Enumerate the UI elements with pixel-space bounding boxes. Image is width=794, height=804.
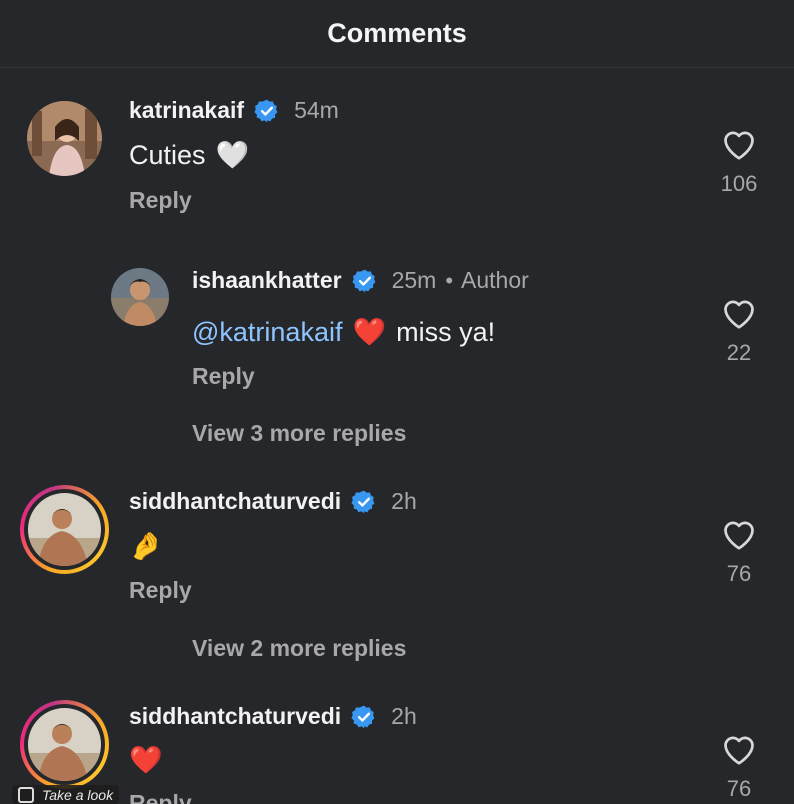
- username[interactable]: ishaankhatter: [192, 267, 342, 294]
- story-ring[interactable]: [20, 485, 109, 574]
- reply-button[interactable]: Reply: [129, 577, 192, 604]
- reply-button[interactable]: Reply: [192, 363, 255, 390]
- comment-meta: katrinakaif 54m: [129, 97, 339, 124]
- like-section: 106: [699, 127, 779, 197]
- comments-header: Comments: [0, 0, 794, 68]
- verified-badge-icon: [351, 269, 375, 292]
- comment-text: 🤌: [129, 530, 163, 562]
- mention-link[interactable]: @katrinakaif: [192, 317, 342, 348]
- story-ring[interactable]: [20, 700, 109, 789]
- comment-text: ❤️: [129, 744, 163, 776]
- comment-time: 2h: [391, 703, 417, 729]
- comment-text: @katrinakaif ❤️ miss ya!: [192, 316, 495, 348]
- comment-time: 2h: [391, 488, 417, 514]
- comment-body: Cuties: [129, 139, 206, 170]
- pinched-fingers-emoji: 🤌: [129, 531, 163, 561]
- like-count: 76: [726, 561, 752, 586]
- heart-outline-icon[interactable]: [721, 296, 757, 330]
- comment-time: 25m: [391, 267, 437, 293]
- like-count: 76: [726, 776, 752, 801]
- comment-meta: siddhantchaturvedi 2h: [129, 488, 417, 515]
- like-count: 106: [720, 171, 758, 196]
- verified-badge-icon: [351, 490, 375, 513]
- heart-outline-icon[interactable]: [721, 127, 757, 161]
- avatar[interactable]: [111, 268, 169, 326]
- avatar[interactable]: [27, 101, 102, 176]
- take-a-look-chip[interactable]: Take a look: [12, 785, 120, 804]
- like-section: 76: [699, 732, 779, 802]
- reply-button[interactable]: Reply: [129, 790, 192, 804]
- verified-badge-icon: [351, 705, 375, 728]
- like-count: 22: [726, 340, 752, 365]
- page-title: Comments: [327, 18, 467, 48]
- username[interactable]: siddhantchaturvedi: [129, 488, 341, 515]
- reply-button[interactable]: Reply: [129, 187, 192, 214]
- heart-outline-icon[interactable]: [721, 517, 757, 551]
- comment-body: miss ya!: [396, 316, 496, 347]
- like-section: 76: [699, 517, 779, 587]
- view-more-replies-button[interactable]: View 2 more replies: [192, 635, 406, 662]
- chip-label: Take a look: [42, 786, 114, 803]
- image-icon: [18, 786, 34, 803]
- like-section: 22: [699, 296, 779, 366]
- verified-badge-icon: [254, 99, 278, 122]
- comment-text: Cuties 🤍: [129, 139, 249, 171]
- separator-dot: •: [445, 267, 454, 293]
- avatar[interactable]: [28, 493, 101, 566]
- comment-meta: siddhantchaturvedi 2h: [129, 703, 417, 730]
- red-heart-emoji: ❤️: [129, 745, 163, 775]
- comment-meta: ishaankhatter 25m • Author: [192, 267, 529, 294]
- username[interactable]: siddhantchaturvedi: [129, 703, 341, 730]
- heart-outline-icon[interactable]: [721, 732, 757, 766]
- avatar[interactable]: [28, 708, 101, 781]
- comment-time: 54m: [294, 97, 339, 123]
- view-more-replies-button[interactable]: View 3 more replies: [192, 420, 406, 447]
- author-badge: Author: [461, 267, 529, 293]
- white-heart-emoji: 🤍: [215, 140, 250, 170]
- username[interactable]: katrinakaif: [129, 97, 244, 124]
- red-heart-emoji: ❤️: [352, 317, 387, 347]
